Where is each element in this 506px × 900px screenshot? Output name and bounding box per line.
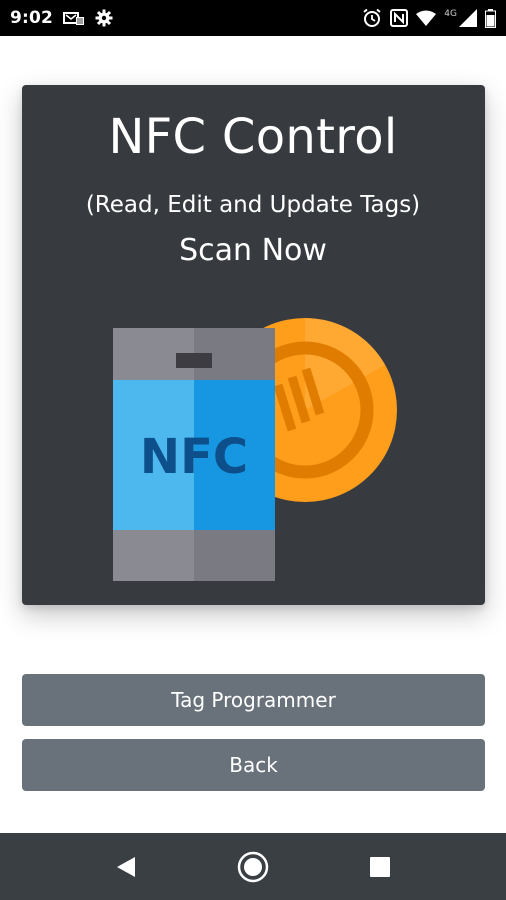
network-label: 4G [444, 9, 457, 19]
gear-icon [95, 9, 113, 27]
card-title: NFC Control [108, 109, 398, 165]
nav-back-button[interactable] [86, 833, 166, 900]
scan-now-prompt: Scan Now [179, 233, 327, 268]
nfc-icon [390, 9, 409, 27]
status-right: 4G [362, 8, 496, 28]
recents-square-icon [370, 856, 390, 877]
status-left: 9:02 [10, 8, 113, 28]
nav-recents-button[interactable] [340, 833, 420, 900]
status-bar: 9:02 4G [0, 0, 506, 36]
nav-home-button[interactable] [213, 833, 293, 900]
sync-icon [63, 10, 85, 26]
alarm-icon [362, 8, 382, 28]
status-time: 9:02 [10, 8, 54, 28]
wifi-icon [416, 10, 437, 26]
battery-icon [485, 8, 496, 28]
navigation-bar [0, 833, 506, 900]
tag-programmer-button[interactable]: Tag Programmer [22, 674, 485, 726]
card-subtitle: (Read, Edit and Update Tags) [85, 192, 421, 218]
back-button[interactable]: Back [22, 739, 485, 791]
signal-icon [459, 9, 477, 27]
nfc-illustration: NFC [100, 295, 400, 590]
phone-nfc-label: NFC [140, 429, 248, 485]
back-triangle-icon [117, 856, 135, 877]
phone-icon: NFC [113, 328, 275, 581]
home-circle-icon [237, 851, 269, 882]
nfc-phone-tag-illustration: NFC [113, 318, 397, 581]
